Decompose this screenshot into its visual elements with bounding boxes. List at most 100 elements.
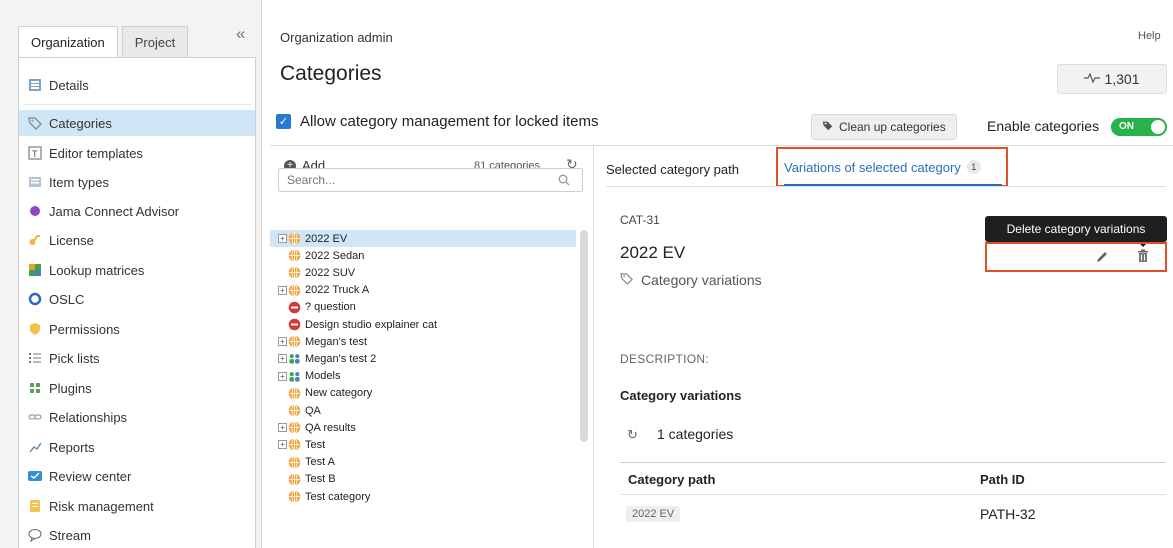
tree-item[interactable]: +2022 Truck A [270,282,576,299]
tree-item-label: Models [305,370,341,383]
matrix-icon [27,262,43,278]
toggle-state: ON [1119,121,1134,132]
tree-item[interactable]: + Megan's test [270,333,576,350]
tree-item-label: Megan's test [305,335,368,348]
tab-label: Variations of selected category [784,159,961,175]
tree-item[interactable]: + Test [270,436,576,453]
sidebar-item-risk-management[interactable]: Risk management [19,493,255,519]
tree-item[interactable]: Test category [270,488,576,505]
tree-item-label: Test category [305,490,371,503]
lock-checkbox[interactable]: ✓ [276,114,291,129]
globe-icon [288,387,301,400]
sidebar-item-label: Permissions [49,321,120,337]
tree-item[interactable]: +2022 EV [270,230,576,247]
chat-icon [27,527,43,543]
lock-label: Allow category management for locked ite… [300,113,599,130]
tree-item-label: 2022 Truck A [305,284,370,297]
tree-item[interactable]: Test B [270,471,576,488]
advisor-icon [27,203,43,219]
breadcrumb[interactable]: Organization admin [280,30,393,45]
sidebar-item-pick-lists[interactable]: Pick lists [19,345,255,371]
collapse-sidebar-icon[interactable]: « [236,24,245,44]
sidebar-item-editor-templates[interactable]: T Editor templates [19,140,255,166]
tree-item[interactable]: 2022 Sedan [270,247,576,264]
tab-selected-category-path[interactable]: Selected category path [606,162,739,177]
sidebar-item-label: Stream [49,527,91,543]
tree-item[interactable]: + Models [270,368,576,385]
clean-up-categories-button[interactable]: Clean up categories [811,114,957,140]
toggle-knob [1151,120,1165,134]
sidebar-item-license[interactable]: License [19,227,255,253]
expand-icon[interactable]: + [278,285,287,295]
clean-up-label: Clean up categories [839,120,946,134]
column-header-category-path[interactable]: Category path [628,472,715,487]
sidebar-item-relationships[interactable]: Relationships [19,404,255,430]
sidebar-item-details[interactable]: Details [19,72,255,98]
template-icon: T [27,145,43,161]
expand-icon[interactable]: + [278,371,287,381]
expand-icon[interactable]: + [278,337,287,347]
help-link[interactable]: Help [1138,30,1161,42]
trash-icon[interactable] [1137,249,1149,266]
tree-item[interactable]: ? question [270,299,576,316]
variations-count: 1 categories [657,426,734,442]
sidebar-item-label: Jama Connect Advisor [49,203,180,219]
column-header-path-id[interactable]: Path ID [980,472,1025,487]
tag-icon [620,272,633,288]
item-subtitle: Category variations [620,272,762,288]
expand-icon[interactable]: + [278,423,287,433]
edit-icon[interactable] [1095,250,1109,267]
activity-button[interactable]: 1,301 [1057,64,1167,94]
sidebar-item-jama-connect-advisor[interactable]: Jama Connect Advisor [19,198,255,224]
tree-item-label: Megan's test 2 [305,352,377,365]
tree-item[interactable]: + QA results [270,419,576,436]
tree-item[interactable]: 2022 SUV [270,264,576,281]
lock-option[interactable]: ✓ Allow category management for locked i… [276,113,598,130]
activity-count: 1,301 [1104,71,1140,87]
sidebar: Organization Project « Details Categorie… [0,0,262,548]
globe-icon [288,335,301,348]
tab-organization[interactable]: Organization [18,26,118,58]
expand-icon[interactable]: + [278,234,287,243]
tree-item-label: 2022 Sedan [305,249,365,262]
tab-variations-of-selected-category[interactable]: Variations of selected category 1 [776,147,1008,187]
tree-scrollbar[interactable] [580,230,588,442]
table-border [620,494,1166,495]
search-input[interactable] [278,168,583,192]
sidebar-item-label: Lookup matrices [49,262,145,278]
page-title: Categories [280,62,382,85]
refresh-icon[interactable]: ↻ [627,427,638,443]
tree-item[interactable]: New category [270,385,576,402]
sidebar-item-review-center[interactable]: Review center [19,463,255,489]
list-icon [27,350,43,366]
globe-icon [288,283,301,297]
tree-item[interactable]: Test A [270,454,576,471]
variations-heading: Category variations [620,388,742,403]
tree-item[interactable]: QA [270,402,576,419]
tree-item-label: 2022 EV [305,232,348,245]
sidebar-item-oslc[interactable]: OSLC [19,286,255,312]
svg-text:T: T [31,150,38,160]
category-path-chip[interactable]: 2022 EV [626,506,681,522]
enable-categories-toggle[interactable]: ON [1111,118,1167,136]
expand-icon[interactable]: + [278,440,287,450]
people-icon [288,370,301,383]
globe-icon [288,455,301,469]
sidebar-item-item-types[interactable]: Item types [19,169,255,195]
tree-item[interactable]: + Megan's test 2 [270,350,576,367]
tag-icon [822,120,833,134]
key-icon [27,232,43,248]
sidebar-item-stream[interactable]: Stream [19,522,255,548]
sidebar-item-permissions[interactable]: Permissions [19,316,255,342]
sidebar-item-plugins[interactable]: Plugins [19,375,255,401]
tree-item[interactable]: Design studio explainer cat [270,316,576,333]
tab-project[interactable]: Project [121,26,189,58]
sidebar-item-lookup-matrices[interactable]: Lookup matrices [19,257,255,283]
sidebar-item-reports[interactable]: Reports [19,434,255,460]
search-icon[interactable] [558,174,570,189]
sidebar-item-categories[interactable]: Categories [19,110,255,136]
globe-icon [288,404,301,417]
tree-item-label: Test [305,438,326,451]
expand-icon[interactable]: + [278,354,287,364]
sidebar-panel: Details Categories T Editor templates It… [18,57,256,548]
